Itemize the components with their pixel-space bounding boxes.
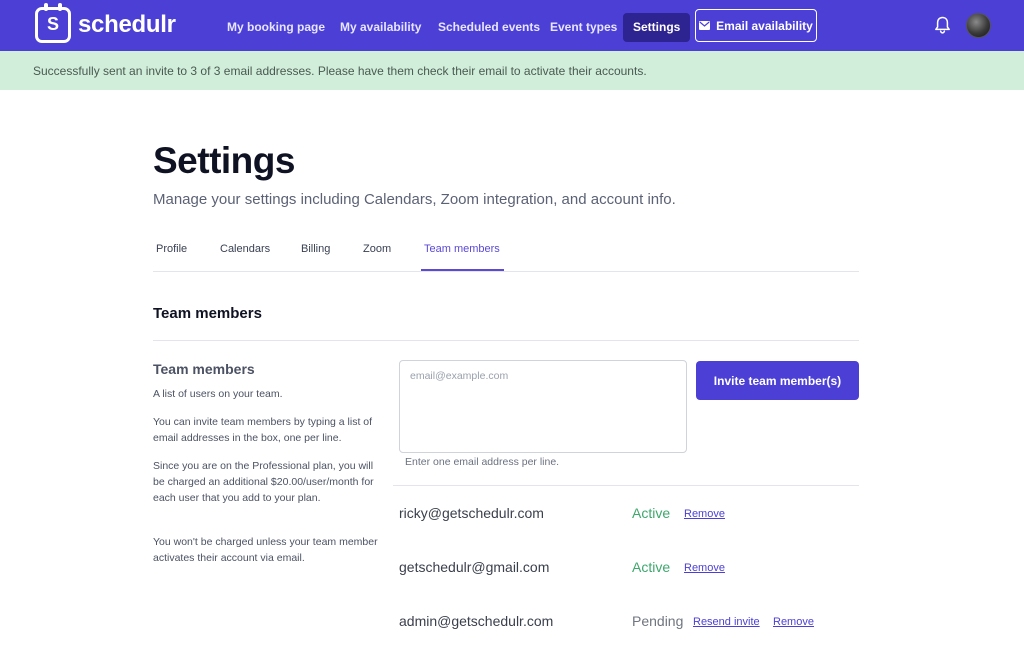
invite-instructions: You can invite team members by typing a … <box>153 416 373 444</box>
nav-settings[interactable]: Settings <box>623 13 691 42</box>
success-alert: Successfully sent an invite to 3 of 3 em… <box>0 51 1024 90</box>
bell-icon[interactable] <box>934 16 951 34</box>
tab-calendars[interactable]: Calendars <box>220 243 270 255</box>
top-navbar: S schedulr My booking page My availabili… <box>0 0 1024 51</box>
nav-scheduled-events[interactable]: Scheduled events <box>438 13 540 42</box>
tab-team-members[interactable]: Team members <box>424 243 500 255</box>
nav-my-availability[interactable]: My availability <box>340 13 421 42</box>
tab-zoom[interactable]: Zoom <box>363 243 391 255</box>
nav-my-booking-page[interactable]: My booking page <box>227 13 325 42</box>
tab-profile[interactable]: Profile <box>156 243 187 255</box>
email-availability-label: Email availability <box>716 18 813 33</box>
billing-note: Since you are on the Professional plan, … <box>153 460 374 504</box>
member-status-badge: Active <box>632 559 671 575</box>
member-email: ricky@getschedulr.com <box>399 505 544 521</box>
section-title: Team members <box>153 305 262 322</box>
remove-member-link[interactable]: Remove <box>684 508 725 520</box>
envelope-icon <box>699 21 711 30</box>
remove-member-link[interactable]: Remove <box>773 616 814 628</box>
tab-billing[interactable]: Billing <box>301 243 330 255</box>
remove-member-link[interactable]: Remove <box>684 562 725 574</box>
brand-name: schedulr <box>78 11 176 38</box>
team-description: A list of users on your team. <box>153 388 283 400</box>
members-list-divider <box>393 485 859 486</box>
brand-logo[interactable]: S schedulr <box>35 3 176 43</box>
active-tab-indicator <box>421 269 504 271</box>
email-availability-button[interactable]: Email availability <box>695 9 817 42</box>
invite-emails-textarea[interactable] <box>399 360 687 453</box>
resend-invite-link[interactable]: Resend invite <box>693 616 760 628</box>
member-email: getschedulr@gmail.com <box>399 559 550 575</box>
member-email: admin@getschedulr.com <box>399 613 554 629</box>
invite-hint: Enter one email address per line. <box>405 456 560 468</box>
nav-event-types[interactable]: Event types <box>550 13 617 42</box>
page-title: Settings <box>153 140 295 181</box>
calendar-logo-icon: S <box>35 3 71 43</box>
activation-note: You won't be charged unless your team me… <box>153 536 378 564</box>
settings-tabs: Profile Calendars Billing Zoom Team memb… <box>153 235 859 272</box>
user-avatar[interactable] <box>966 13 991 38</box>
page-subtitle: Manage your settings including Calendars… <box>153 191 676 208</box>
section-divider <box>153 340 859 341</box>
member-status-badge: Active <box>632 505 671 521</box>
member-status-badge: Pending <box>632 613 684 629</box>
invite-team-members-button[interactable]: Invite team member(s) <box>696 361 859 400</box>
alert-message: Successfully sent an invite to 3 of 3 em… <box>33 64 647 78</box>
team-members-side-title: Team members <box>153 361 255 377</box>
